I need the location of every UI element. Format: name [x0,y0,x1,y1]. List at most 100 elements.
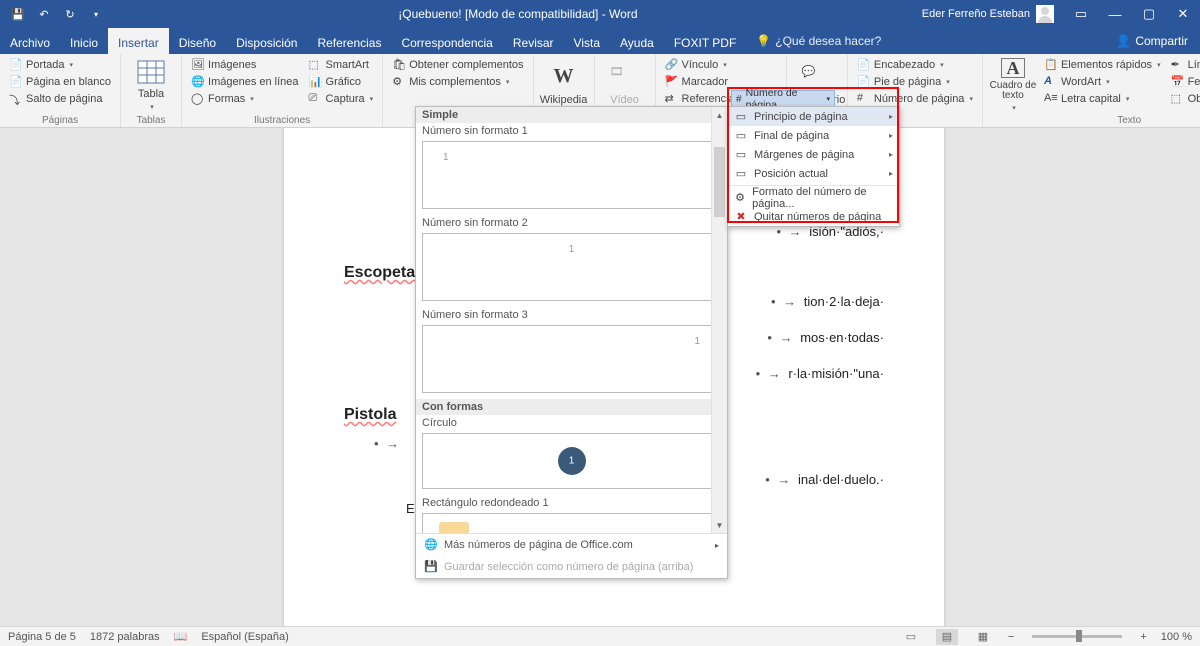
tab-foxit[interactable]: FOXIT PDF [664,28,746,54]
gallery-scrollbar[interactable]: ▲ ▼ [711,107,727,533]
textbox-icon: A [1001,58,1025,78]
smartart-button[interactable]: ⬚SmartArt [306,56,377,73]
tab-disposicion[interactable]: Disposición [226,28,307,54]
submenu-final[interactable]: ▭ Final de página ▸ [728,126,899,145]
wikipedia-icon: W [549,65,579,91]
proofing-icon[interactable]: 📖 [174,630,188,643]
pagina-en-blanco-button[interactable]: 📄Página en blanco [6,73,114,90]
imagenes-en-linea-button[interactable]: 🌐Imágenes en línea [188,73,302,90]
scroll-thumb[interactable] [714,147,725,217]
view-read-icon[interactable]: ▭ [900,629,922,645]
maximize-icon[interactable]: ▢ [1132,0,1166,28]
screenshot-icon: ⎚ [309,92,323,106]
status-page[interactable]: Página 5 de 5 [8,631,76,643]
formas-button[interactable]: ◯Formas [188,90,302,107]
redo-icon[interactable]: ↻ [58,2,82,26]
gallery-label-nsf1: Número sin formato 1 [416,123,727,139]
tab-referencias[interactable]: Referencias [307,28,391,54]
linea-firma-button[interactable]: ✒Línea de firma [1168,56,1200,73]
numero-de-pagina-button[interactable]: #Número de página [854,90,976,107]
group-tablas: Tabla Tablas [121,54,182,127]
gallery-item-nsf1[interactable]: 1 [422,141,721,209]
fecha-hora-button[interactable]: 📅Fecha y hora [1168,73,1200,90]
quick-parts-icon: 📋 [1044,58,1058,72]
portada-button[interactable]: 📄Portada [6,56,114,73]
submenu-principio[interactable]: ▭ Principio de página ▸ [728,107,899,126]
video-icon: 🎞 [610,65,640,91]
lightbulb-icon: 💡 [756,34,771,48]
zoom-in-icon[interactable]: + [1140,631,1146,643]
cover-page-icon: 📄 [9,58,23,72]
vinculo-button[interactable]: 🔗Vínculo [662,56,780,73]
view-print-icon[interactable]: ▤ [936,629,958,645]
objeto-button[interactable]: ⬚Objeto [1168,90,1200,107]
tab-diseno[interactable]: Diseño [169,28,226,54]
footer-icon: 📄 [857,75,871,89]
zoom-value[interactable]: 100 % [1161,631,1192,643]
save-icon[interactable]: 💾 [6,2,30,26]
tab-revisar[interactable]: Revisar [503,28,564,54]
page-number-icon: # [736,94,742,105]
view-web-icon[interactable]: ▦ [972,629,994,645]
elementos-rapidos-button[interactable]: 📋Elementos rápidos [1041,56,1164,73]
store-icon: 🛍 [392,58,406,72]
chevron-right-icon: ▸ [889,169,893,178]
format-number-icon: ⚙ [734,191,746,205]
ribbon-options-icon[interactable]: ▭ [1064,0,1098,28]
tabla-button[interactable]: Tabla [127,56,175,114]
scroll-down-icon[interactable]: ▼ [712,517,727,533]
status-words[interactable]: 1872 palabras [90,631,160,643]
page-number-submenu: ▭ Principio de página ▸ ▭ Final de págin… [727,106,900,227]
salto-de-pagina-button[interactable]: ⤵Salto de página [6,90,114,107]
tell-me[interactable]: 💡 ¿Qué desea hacer? [746,28,881,54]
gallery-item-rect[interactable] [422,513,721,533]
obtener-complementos-button[interactable]: 🛍Obtener complementos [389,56,526,73]
submenu-formato[interactable]: ⚙ Formato del número de página... [728,188,899,207]
gallery-item-circulo[interactable]: 1 [422,433,721,489]
page-break-icon: ⤵ [9,92,23,106]
cross-ref-icon: ⇄ [665,92,679,106]
group-label-texto: Texto [989,114,1200,127]
grafico-button[interactable]: 📊Gráfico [306,73,377,90]
share-button[interactable]: 👤 Compartir [1104,28,1200,54]
gallery-item-nsf3[interactable]: 1 [422,325,721,393]
wordart-icon: A [1044,75,1058,89]
close-icon[interactable]: ✕ [1166,0,1200,28]
pie-de-pagina-button[interactable]: 📄Pie de página [854,73,976,90]
tab-vista[interactable]: Vista [564,28,610,54]
gallery-header-simple: Simple [416,107,727,123]
minimize-icon[interactable]: — [1098,0,1132,28]
gallery-item-nsf2[interactable]: 1 [422,233,721,301]
share-label: Compartir [1135,34,1188,48]
tab-archivo[interactable]: Archivo [0,28,60,54]
tab-insertar[interactable]: Insertar [108,28,169,54]
page-number-gallery: Simple Número sin formato 1 1 Número sin… [415,106,728,579]
gallery-more-office[interactable]: 🌐 Más números de página de Office.com ▸ [416,534,727,556]
chevron-right-icon: ▸ [889,150,893,159]
remove-number-icon: ✖ [734,210,748,224]
zoom-out-icon[interactable]: − [1008,631,1014,643]
office-icon: 🌐 [424,538,438,552]
encabezado-button[interactable]: 📄Encabezado [854,56,976,73]
submenu-quitar[interactable]: ✖ Quitar números de página [728,207,899,226]
undo-icon[interactable]: ↶ [32,2,56,26]
user-area[interactable]: Eder Ferreño Esteban [922,5,1060,23]
zoom-slider[interactable] [1032,635,1122,638]
imagenes-button[interactable]: 🖼Imágenes [188,56,302,73]
share-icon: 👤 [1116,34,1131,48]
status-lang[interactable]: Español (España) [201,631,288,643]
submenu-posicion[interactable]: ▭ Posición actual ▸ [728,164,899,183]
captura-button[interactable]: ⎚Captura [306,90,377,107]
tab-ayuda[interactable]: Ayuda [610,28,664,54]
tab-inicio[interactable]: Inicio [60,28,108,54]
letra-capital-button[interactable]: A≡Letra capital [1041,90,1164,107]
wordart-button[interactable]: AWordArt [1041,73,1164,90]
cuadro-texto-button[interactable]: A Cuadro detexto [989,56,1037,114]
chevron-right-icon: ▸ [715,541,719,550]
bottom-of-page-icon: ▭ [734,129,748,143]
qat-dropdown-icon[interactable]: ▾ [84,2,108,26]
mis-complementos-button[interactable]: ⚙Mis complementos [389,73,526,90]
tab-correspondencia[interactable]: Correspondencia [391,28,502,54]
submenu-margenes[interactable]: ▭ Márgenes de página ▸ [728,145,899,164]
scroll-up-icon[interactable]: ▲ [712,107,727,123]
